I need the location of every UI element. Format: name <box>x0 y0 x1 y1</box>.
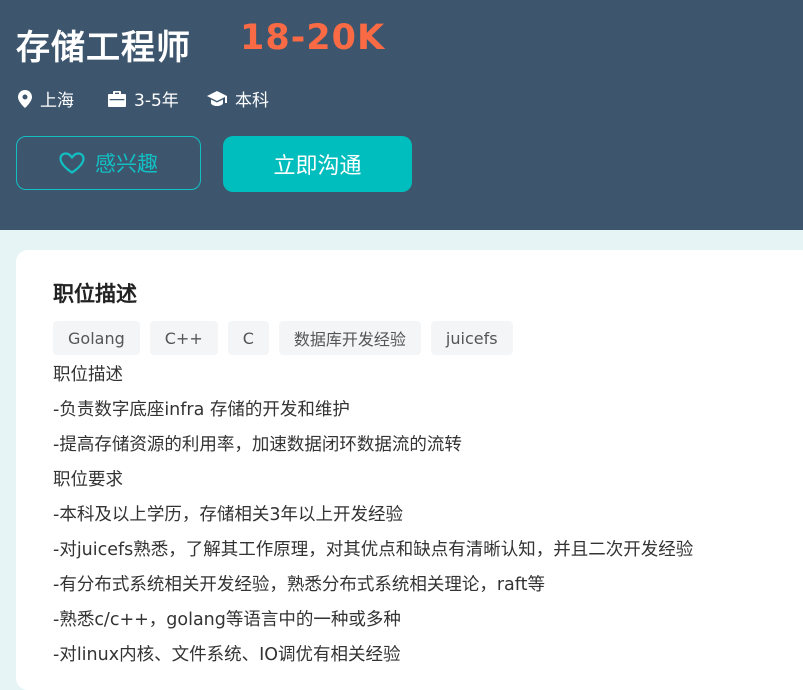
section-title: 职位描述 <box>53 282 137 306</box>
job-description-card: 职位描述 Golang C++ C 数据库开发经验 juicefs 职位描述 -… <box>16 250 803 690</box>
description-line: -对juicefs熟悉，了解其工作原理，对其优点和缺点有清晰认知，并且二次开发经… <box>53 540 694 560</box>
skill-tag: 数据库开发经验 <box>278 321 421 355</box>
description-text: 职位描述 -负责数字底座infra 存储的开发和维护 -提高存储资源的利用率，加… <box>53 358 693 673</box>
chat-now-button[interactable]: 立即沟通 <box>223 136 412 192</box>
skill-tag: C++ <box>149 321 218 355</box>
description-line: -提高存储资源的利用率，加速数据闭环数据流的流转 <box>53 435 462 455</box>
interest-label: 感兴趣 <box>95 152 158 176</box>
experience-text: 3-5年 <box>134 91 179 111</box>
description-line: -本科及以上学历，存储相关3年以上开发经验 <box>53 505 403 525</box>
graduation-cap-icon <box>207 90 227 106</box>
location-info: 上海 <box>18 86 74 111</box>
skill-tag: C <box>227 321 269 355</box>
description-line: -对linux内核、文件系统、IO调优有相关经验 <box>53 645 401 665</box>
skill-tag: juicefs <box>430 321 513 355</box>
heart-icon <box>59 152 85 174</box>
salary: 18-20K <box>240 18 386 58</box>
experience-info: 3-5年 <box>108 86 179 111</box>
description-line: 职位要求 <box>53 470 123 490</box>
degree-text: 本科 <box>235 91 269 111</box>
interest-button[interactable]: 感兴趣 <box>16 136 201 190</box>
degree-info: 本科 <box>207 86 269 111</box>
description-line: -有分布式系统相关开发经验，熟悉分布式系统相关理论，raft等 <box>53 575 545 595</box>
skill-tags: Golang C++ C 数据库开发经验 juicefs <box>53 321 513 355</box>
description-line: 职位描述 <box>53 365 123 385</box>
description-line: -熟悉c/c++，golang等语言中的一种或多种 <box>53 610 401 630</box>
job-header: 存储工程师 18-20K 上海 3-5年 本科 感兴趣 立即沟通 <box>0 0 803 230</box>
job-title: 存储工程师 <box>16 28 191 68</box>
location-icon <box>18 89 32 108</box>
description-line: -负责数字底座infra 存储的开发和维护 <box>53 400 350 420</box>
briefcase-icon <box>108 90 126 107</box>
skill-tag: Golang <box>53 321 140 355</box>
location-text: 上海 <box>40 91 74 111</box>
